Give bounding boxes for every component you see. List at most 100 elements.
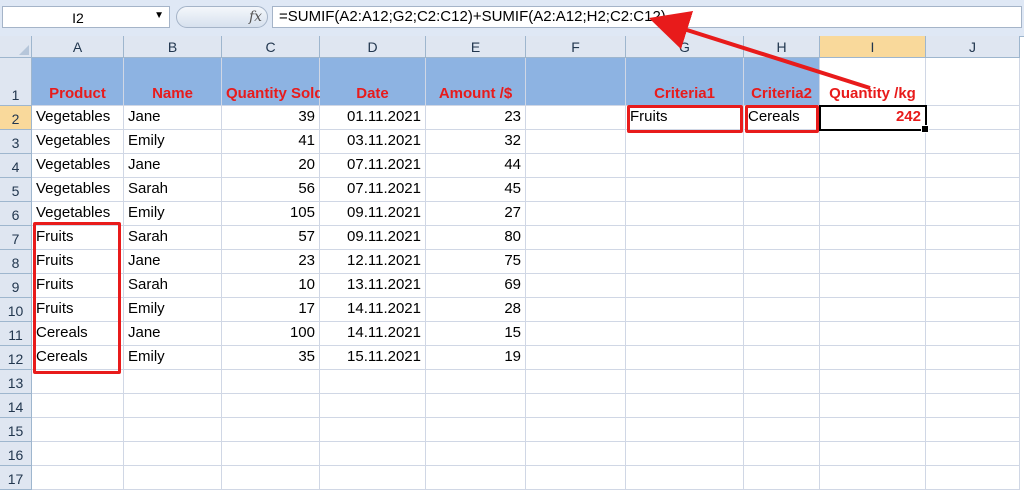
column-header-j[interactable]: J — [926, 36, 1020, 58]
header-amount[interactable]: Amount /$ — [426, 58, 526, 106]
column-header-h[interactable]: H — [744, 36, 820, 58]
cell[interactable] — [926, 58, 1020, 106]
header-criteria2[interactable]: Criteria2 — [744, 58, 820, 106]
cell[interactable] — [320, 418, 426, 442]
cell[interactable] — [926, 202, 1020, 226]
cell-product[interactable]: Vegetables — [32, 130, 124, 154]
cell[interactable] — [526, 298, 626, 322]
header-product[interactable]: Product — [32, 58, 124, 106]
cell[interactable] — [820, 346, 926, 370]
cell-date[interactable]: 01.11.2021 — [320, 106, 426, 130]
cell[interactable] — [744, 178, 820, 202]
cell-amount[interactable]: 75 — [426, 250, 526, 274]
cell[interactable] — [926, 154, 1020, 178]
cell[interactable] — [526, 394, 626, 418]
cell[interactable] — [820, 274, 926, 298]
cell[interactable] — [626, 298, 744, 322]
row-header-3[interactable]: 3 — [0, 130, 32, 154]
cell[interactable] — [926, 274, 1020, 298]
cell[interactable] — [320, 442, 426, 466]
select-all-corner[interactable] — [0, 36, 32, 58]
cell[interactable] — [926, 178, 1020, 202]
cell[interactable] — [626, 178, 744, 202]
cell[interactable] — [744, 226, 820, 250]
cell-product[interactable]: Vegetables — [32, 106, 124, 130]
cell[interactable] — [744, 322, 820, 346]
cell[interactable] — [744, 346, 820, 370]
cell-date[interactable]: 13.11.2021 — [320, 274, 426, 298]
cell[interactable] — [926, 322, 1020, 346]
column-header-a[interactable]: A — [32, 36, 124, 58]
cell[interactable] — [820, 226, 926, 250]
cell[interactable] — [526, 274, 626, 298]
cell[interactable] — [526, 442, 626, 466]
cell-amount[interactable]: 45 — [426, 178, 526, 202]
cell[interactable] — [626, 370, 744, 394]
cell[interactable] — [626, 130, 744, 154]
row-header-16[interactable]: 16 — [0, 442, 32, 466]
cell-quantity[interactable]: 57 — [222, 226, 320, 250]
cell-name[interactable]: Sarah — [124, 226, 222, 250]
cell-name[interactable]: Emily — [124, 130, 222, 154]
cell[interactable] — [926, 394, 1020, 418]
cell-date[interactable]: 03.11.2021 — [320, 130, 426, 154]
cell-amount[interactable]: 80 — [426, 226, 526, 250]
cell-quantity[interactable]: 20 — [222, 154, 320, 178]
row-header-1[interactable]: 1 — [0, 58, 32, 106]
cell[interactable] — [526, 202, 626, 226]
cell[interactable] — [124, 442, 222, 466]
cell[interactable] — [744, 154, 820, 178]
cell[interactable] — [124, 394, 222, 418]
cell[interactable] — [820, 178, 926, 202]
cell[interactable] — [426, 442, 526, 466]
cell[interactable] — [820, 418, 926, 442]
chevron-down-icon[interactable]: ▼ — [154, 10, 164, 21]
row-header-12[interactable]: 12 — [0, 346, 32, 370]
cell-amount[interactable]: 23 — [426, 106, 526, 130]
cell[interactable] — [626, 154, 744, 178]
cell-quantity[interactable]: 39 — [222, 106, 320, 130]
cell-product[interactable]: Vegetables — [32, 178, 124, 202]
row-header-5[interactable]: 5 — [0, 178, 32, 202]
cell[interactable] — [32, 394, 124, 418]
cell[interactable] — [222, 442, 320, 466]
cell-date[interactable]: 12.11.2021 — [320, 250, 426, 274]
cell[interactable] — [744, 370, 820, 394]
row-header-9[interactable]: 9 — [0, 274, 32, 298]
cell-name[interactable]: Sarah — [124, 178, 222, 202]
cell[interactable] — [32, 442, 124, 466]
name-box[interactable]: I2 ▼ — [2, 6, 170, 28]
header-quantity[interactable]: Quantity Sold /kg — [222, 58, 349, 106]
cell[interactable] — [744, 274, 820, 298]
cell-name[interactable]: Jane — [124, 106, 222, 130]
cell[interactable] — [124, 418, 222, 442]
row-header-4[interactable]: 4 — [0, 154, 32, 178]
cell[interactable] — [32, 418, 124, 442]
column-header-g[interactable]: G — [626, 36, 744, 58]
cell[interactable] — [222, 370, 320, 394]
cell-amount[interactable]: 27 — [426, 202, 526, 226]
cell-date[interactable]: 15.11.2021 — [320, 346, 426, 370]
cell[interactable] — [222, 466, 320, 490]
cell[interactable] — [744, 442, 820, 466]
cell-date[interactable]: 09.11.2021 — [320, 202, 426, 226]
cell[interactable] — [320, 394, 426, 418]
column-header-f[interactable]: F — [526, 36, 626, 58]
cell[interactable] — [926, 370, 1020, 394]
row-header-11[interactable]: 11 — [0, 322, 32, 346]
cell[interactable] — [926, 418, 1020, 442]
cell[interactable] — [926, 130, 1020, 154]
column-header-e[interactable]: E — [426, 36, 526, 58]
cell[interactable] — [626, 322, 744, 346]
cell[interactable] — [820, 202, 926, 226]
row-header-14[interactable]: 14 — [0, 394, 32, 418]
cell-name[interactable]: Jane — [124, 154, 222, 178]
header-name[interactable]: Name — [124, 58, 222, 106]
cell[interactable] — [926, 106, 1020, 130]
cell[interactable] — [526, 106, 626, 130]
insert-function-icon[interactable]: fx — [249, 9, 262, 25]
cell[interactable] — [320, 370, 426, 394]
cell[interactable] — [426, 394, 526, 418]
cell[interactable] — [320, 466, 426, 490]
cell-amount[interactable]: 44 — [426, 154, 526, 178]
